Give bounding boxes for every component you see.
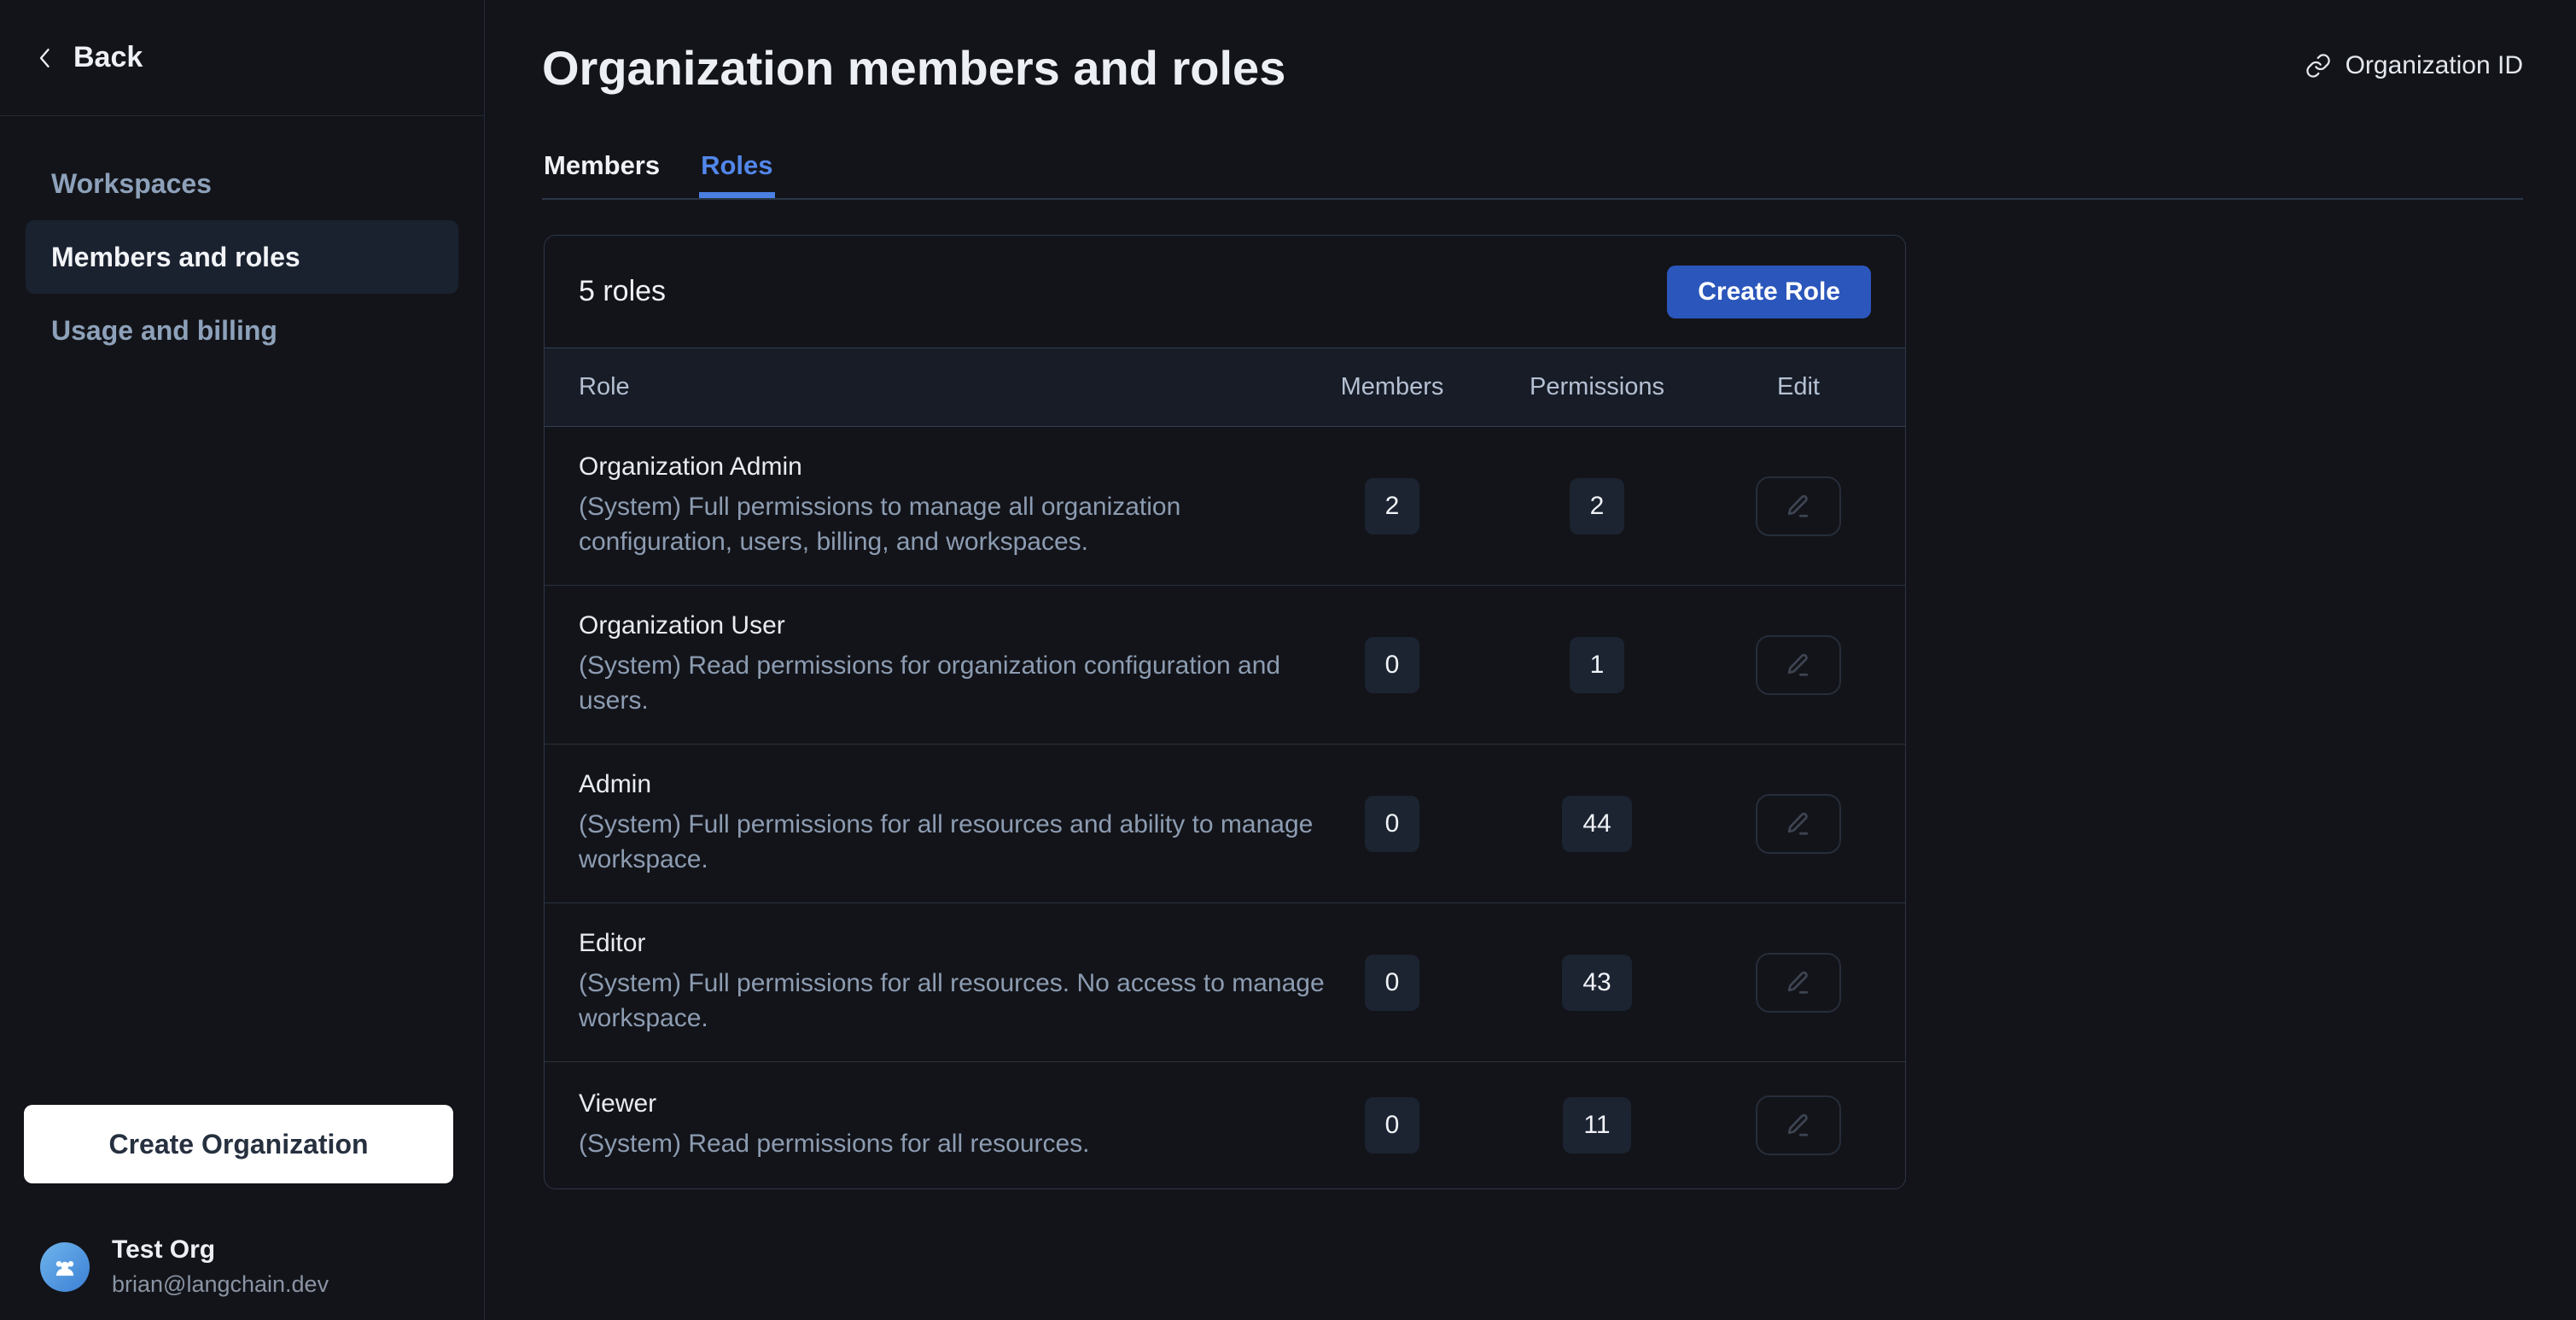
organization-id-button[interactable]: Organization ID — [2305, 51, 2523, 80]
role-name: Viewer — [579, 1089, 1328, 1118]
page-header: Organization members and roles Organizat… — [542, 0, 2523, 96]
edit-role-button[interactable] — [1756, 476, 1841, 536]
avatar — [40, 1242, 90, 1292]
table-row: Editor (System) Full permissions for all… — [545, 903, 1905, 1062]
tab-bar: Members Roles — [542, 150, 2523, 200]
edit-role-button[interactable] — [1756, 1095, 1841, 1155]
role-description: (System) Full permissions to manage all … — [579, 489, 1328, 559]
tab-roles[interactable]: Roles — [699, 150, 774, 198]
role-cell: Organization Admin (System) Full permiss… — [579, 453, 1328, 559]
table-header-row: Role Members Permissions Edit — [545, 348, 1905, 427]
edit-role-button[interactable] — [1756, 794, 1841, 854]
create-role-button[interactable]: Create Role — [1667, 266, 1871, 318]
column-header-permissions: Permissions — [1516, 373, 1678, 401]
column-header-edit: Edit — [1726, 373, 1871, 401]
role-description: (System) Read permissions for organizati… — [579, 648, 1328, 718]
page-title: Organization members and roles — [542, 41, 2523, 96]
role-description: (System) Full permissions for all resour… — [579, 966, 1328, 1036]
organization-id-label: Organization ID — [2346, 51, 2523, 80]
sidebar: Back Workspaces Members and roles Usage … — [0, 0, 485, 1320]
permissions-count-badge: 43 — [1562, 955, 1631, 1011]
role-cell: Organization User (System) Read permissi… — [579, 611, 1328, 718]
role-name: Organization Admin — [579, 453, 1328, 482]
permissions-count-badge: 1 — [1570, 637, 1625, 693]
role-description: (System) Read permissions for all resour… — [579, 1126, 1328, 1161]
column-header-role: Role — [579, 373, 1328, 401]
table-row: Organization User (System) Read permissi… — [545, 586, 1905, 745]
chevron-left-icon — [31, 44, 60, 73]
role-name: Admin — [579, 770, 1328, 799]
roles-count: 5 roles — [579, 275, 666, 308]
members-count-badge: 0 — [1365, 1097, 1420, 1154]
pencil-icon — [1783, 491, 1814, 522]
sidebar-item-label: Workspaces — [51, 168, 212, 200]
role-cell: Editor (System) Full permissions for all… — [579, 929, 1328, 1036]
pencil-icon — [1783, 1110, 1814, 1141]
create-organization-button[interactable]: Create Organization — [24, 1105, 453, 1183]
account-info: Test Org brian@langchain.dev — [112, 1235, 329, 1298]
permissions-count-badge: 44 — [1562, 796, 1631, 852]
permissions-count-badge: 2 — [1570, 478, 1625, 534]
role-cell: Admin (System) Full permissions for all … — [579, 770, 1328, 877]
tab-members[interactable]: Members — [542, 150, 661, 198]
people-group-icon — [50, 1253, 79, 1282]
link-icon — [2305, 52, 2332, 79]
roles-panel-header: 5 roles Create Role — [545, 236, 1905, 348]
table-row: Viewer (System) Read permissions for all… — [545, 1062, 1905, 1189]
members-count-badge: 0 — [1365, 955, 1420, 1011]
back-label: Back — [73, 41, 143, 74]
pencil-icon — [1783, 809, 1814, 839]
pencil-icon — [1783, 967, 1814, 998]
edit-role-button[interactable] — [1756, 635, 1841, 695]
members-count-badge: 0 — [1365, 796, 1420, 852]
back-button[interactable]: Back — [0, 0, 484, 116]
org-account[interactable]: Test Org brian@langchain.dev — [40, 1235, 329, 1298]
roles-panel: 5 roles Create Role Role Members Permiss… — [544, 235, 1906, 1189]
role-name: Organization User — [579, 611, 1328, 640]
pencil-icon — [1783, 650, 1814, 680]
sidebar-item-label: Usage and billing — [51, 315, 277, 347]
permissions-count-badge: 11 — [1563, 1097, 1630, 1154]
role-cell: Viewer (System) Read permissions for all… — [579, 1089, 1328, 1161]
edit-role-button[interactable] — [1756, 953, 1841, 1013]
sidebar-item-members-and-roles[interactable]: Members and roles — [26, 220, 458, 294]
role-description: (System) Full permissions for all resour… — [579, 807, 1328, 877]
org-email: brian@langchain.dev — [112, 1271, 329, 1298]
sidebar-item-workspaces[interactable]: Workspaces — [26, 147, 458, 220]
sidebar-item-label: Members and roles — [51, 242, 300, 273]
table-row: Organization Admin (System) Full permiss… — [545, 427, 1905, 586]
org-name: Test Org — [112, 1235, 329, 1265]
main-content: Organization members and roles Organizat… — [486, 0, 2576, 1320]
table-row: Admin (System) Full permissions for all … — [545, 745, 1905, 903]
sidebar-nav: Workspaces Members and roles Usage and b… — [0, 147, 484, 367]
members-count-badge: 0 — [1365, 637, 1420, 693]
members-count-badge: 2 — [1365, 478, 1420, 534]
sidebar-item-usage-and-billing[interactable]: Usage and billing — [26, 294, 458, 367]
role-name: Editor — [579, 929, 1328, 958]
column-header-members: Members — [1328, 373, 1456, 401]
